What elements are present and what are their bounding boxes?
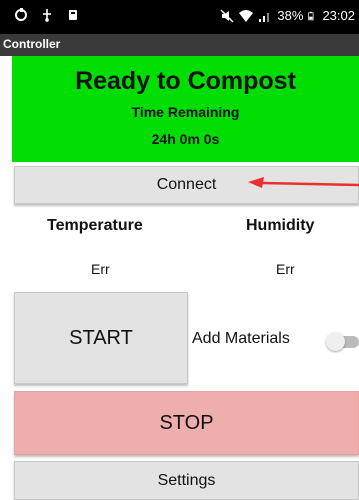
stop-button[interactable]: STOP (14, 391, 359, 455)
settings-button-label: Settings (157, 471, 216, 489)
notification-icon (69, 10, 77, 20)
settings-button[interactable]: Settings (14, 461, 359, 500)
status-bar: 38% 23:02 (0, 0, 359, 34)
status-left-icons (14, 8, 80, 22)
sync-icon (15, 8, 27, 21)
humidity-label: Humidity (246, 217, 315, 234)
battery-percent: 38% (277, 8, 304, 23)
start-button[interactable]: START (14, 292, 188, 384)
toggle-knob[interactable] (326, 332, 345, 351)
status-banner: Ready to Compost Time Remaining 24h 0m 0… (12, 56, 359, 162)
usb-icon (43, 9, 51, 22)
connect-button-label: Connect (156, 176, 217, 193)
annotation-arrow (248, 177, 359, 188)
temperature-value: Err (91, 261, 110, 277)
time-remaining-value: 24h 0m 0s (151, 131, 220, 147)
temperature-label: Temperature (47, 217, 143, 234)
start-button-label: START (69, 326, 133, 349)
compost-status: Ready to Compost (75, 67, 296, 95)
mute-icon (220, 8, 234, 23)
add-materials-toggle[interactable] (326, 332, 359, 351)
stop-button-label: STOP (159, 411, 214, 434)
battery-icon (308, 11, 314, 20)
signal-icon (259, 12, 270, 22)
app-title-bar: Controller (0, 34, 359, 56)
status-right-icons: 38% 23:02 (220, 8, 355, 23)
humidity-value: Err (276, 261, 295, 277)
wifi-icon (239, 9, 254, 22)
clock: 23:02 (322, 8, 355, 23)
add-materials-label: Add Materials (192, 330, 290, 347)
time-remaining-label: Time Remaining (131, 104, 240, 120)
app-title: Controller (3, 37, 61, 51)
